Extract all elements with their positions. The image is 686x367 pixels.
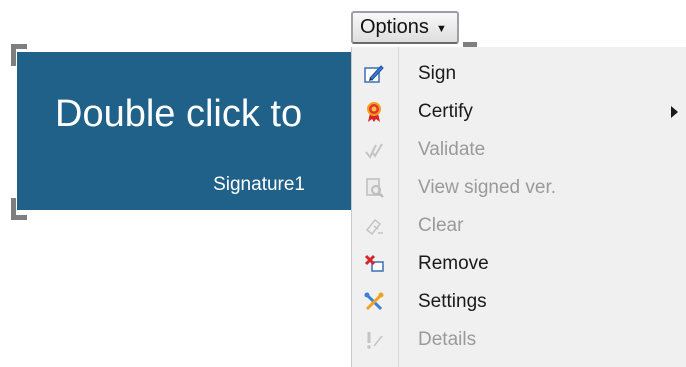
menu-item-sign[interactable]: Sign <box>352 55 686 92</box>
settings-tools-icon <box>362 290 386 314</box>
chevron-down-icon: ▼ <box>435 22 447 35</box>
menu-item-validate[interactable]: Validate <box>352 131 686 168</box>
options-menu: Sign Certify Validate View signed ver. C… <box>351 47 686 367</box>
submenu-arrow-icon <box>671 106 678 118</box>
menu-item-label: Details <box>418 329 477 350</box>
signature-field[interactable]: Double click to Signature1 <box>17 52 353 210</box>
menu-item-label: Settings <box>418 291 487 312</box>
signature-field-name: Signature1 <box>213 174 305 195</box>
resize-handle-bottom-left-edge[interactable] <box>11 215 27 220</box>
menu-item-label: View signed ver. <box>418 177 557 198</box>
remove-x-icon <box>362 252 386 276</box>
signature-field-prompt: Double click to <box>55 93 303 135</box>
resize-handle-top-left-edge[interactable] <box>11 44 27 49</box>
ribbon-certify-icon <box>362 100 386 124</box>
menu-item-label: Remove <box>418 253 489 274</box>
eraser-icon <box>362 214 386 238</box>
options-dropdown-button[interactable]: Options ▼ <box>351 11 459 44</box>
menu-item-details[interactable]: Details <box>352 321 686 358</box>
menu-item-settings[interactable]: Settings <box>352 283 686 320</box>
menu-item-certify[interactable]: Certify <box>352 93 686 130</box>
menu-item-clear[interactable]: Clear <box>352 207 686 244</box>
view-document-icon <box>362 176 386 200</box>
menu-item-label: Validate <box>418 139 486 160</box>
validate-checkmarks-icon <box>362 138 386 162</box>
pen-sign-icon <box>362 62 386 86</box>
menu-item-label: Sign <box>418 63 457 84</box>
menu-item-label: Certify <box>418 101 473 122</box>
menu-item-label: Clear <box>418 215 464 236</box>
menu-item-remove[interactable]: Remove <box>352 245 686 282</box>
menu-item-view-signed-version[interactable]: View signed ver. <box>352 169 686 206</box>
details-info-icon <box>362 328 386 352</box>
options-button-label: Options <box>360 16 429 38</box>
